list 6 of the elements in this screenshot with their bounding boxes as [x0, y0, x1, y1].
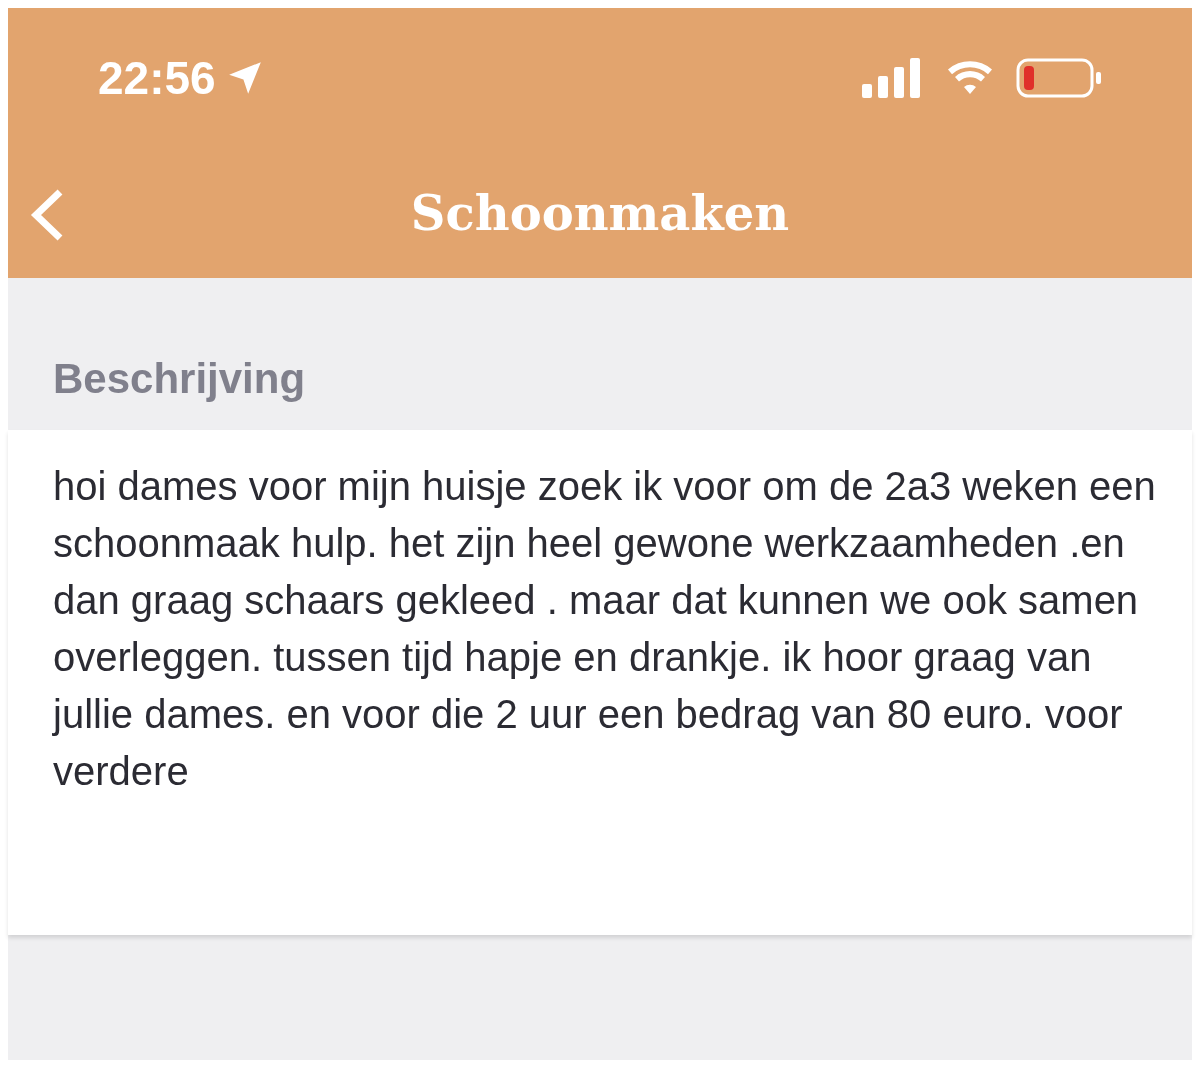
page-title: Schoonmaken [410, 184, 790, 243]
wifi-icon [946, 60, 994, 96]
section-label: Beschrijving [53, 354, 306, 404]
battery-icon [1016, 58, 1102, 98]
status-time: 22:56 [98, 50, 216, 106]
description-text: hoi dames voor mijn huisje zoek ik voor om de 2a3 weken een schoonmaak hulp. het zijn heel gewone werkzaamheden .en dan graag schaars gekleed . maar dat kunnen we ook samen overleggen. tussen tijd hapje en drankje. ik hoor graag van jullie dames. en voor die 2 uur een bedrag van 80 euro. voor verdere [53, 463, 1157, 795]
